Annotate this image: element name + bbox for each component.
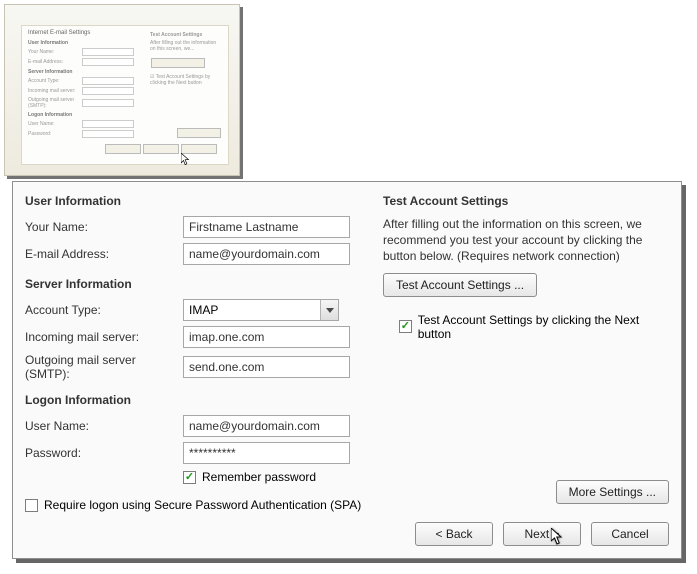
- right-column: Test Account Settings After filling out …: [383, 190, 669, 510]
- spa-label: Require logon using Secure Password Auth…: [44, 498, 361, 512]
- email-input[interactable]: [183, 243, 350, 265]
- back-button[interactable]: < Back: [415, 522, 493, 546]
- thumbnail-inner: Internet E-mail Settings User Informatio…: [21, 25, 229, 165]
- thumb-section-logon: Logon Information: [28, 112, 222, 118]
- account-type-label: Account Type:: [25, 303, 183, 317]
- remember-password-label: Remember password: [202, 470, 316, 484]
- thumb-right-col: Test Account Settings After filling out …: [150, 32, 222, 86]
- email-label: E-mail Address:: [25, 247, 183, 261]
- password-label: Password:: [25, 446, 183, 460]
- your-name-input[interactable]: [183, 216, 350, 238]
- left-column: User Information Your Name: E-mail Addre…: [25, 190, 365, 510]
- test-account-settings-button[interactable]: Test Account Settings ...: [383, 273, 537, 297]
- server-info-heading: Server Information: [25, 277, 365, 291]
- account-type-value: IMAP: [189, 303, 218, 317]
- account-type-dropdown-button[interactable]: [320, 300, 338, 320]
- outgoing-server-label: Outgoing mail server (SMTP):: [25, 353, 183, 381]
- your-name-label: Your Name:: [25, 220, 183, 234]
- username-input[interactable]: [183, 415, 350, 437]
- test-on-next-checkbox[interactable]: [399, 320, 412, 333]
- next-button[interactable]: Next >: [503, 522, 581, 546]
- logon-info-heading: Logon Information: [25, 393, 365, 407]
- test-settings-explain: After filling out the information on thi…: [383, 216, 669, 265]
- username-label: User Name:: [25, 419, 183, 433]
- incoming-server-label: Incoming mail server:: [25, 330, 183, 344]
- account-settings-dialog: User Information Your Name: E-mail Addre…: [12, 181, 682, 559]
- test-settings-heading: Test Account Settings: [383, 194, 669, 208]
- test-on-next-label: Test Account Settings by clicking the Ne…: [418, 313, 669, 341]
- account-type-select[interactable]: IMAP: [183, 299, 339, 321]
- dialog-button-bar: < Back Next > Cancel: [415, 522, 669, 546]
- more-settings-button[interactable]: More Settings ...: [556, 480, 669, 504]
- chevron-down-icon: [326, 308, 334, 313]
- preview-thumbnail: Internet E-mail Settings User Informatio…: [4, 4, 240, 176]
- cancel-button[interactable]: Cancel: [591, 522, 669, 546]
- incoming-server-input[interactable]: [183, 326, 350, 348]
- remember-password-checkbox[interactable]: [183, 471, 196, 484]
- thumb-cursor-icon: [181, 153, 191, 165]
- password-input[interactable]: [183, 442, 350, 464]
- spa-checkbox[interactable]: [25, 499, 38, 512]
- user-info-heading: User Information: [25, 194, 365, 208]
- outgoing-server-input[interactable]: [183, 356, 350, 378]
